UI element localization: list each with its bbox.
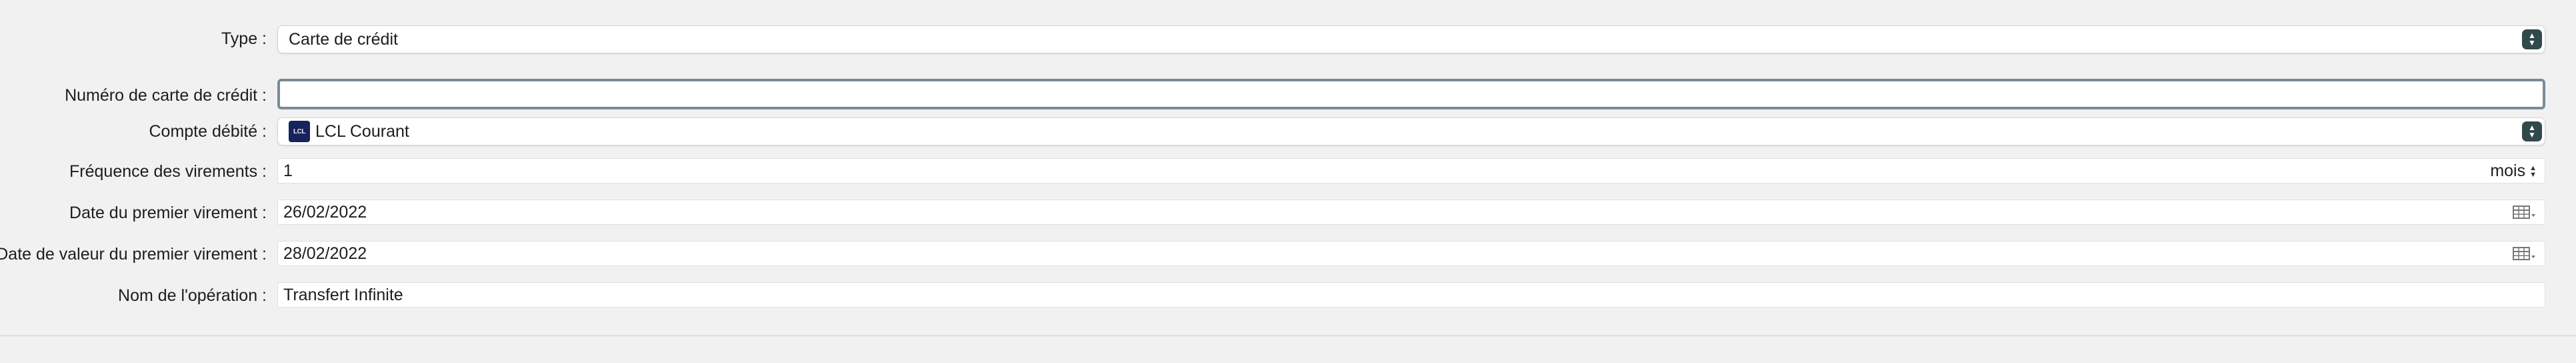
frequency-label: Fréquence des virements : bbox=[69, 162, 267, 181]
card-number-label: Numéro de carte de crédit : bbox=[65, 86, 267, 105]
type-select-value: Carte de crédit bbox=[289, 29, 398, 49]
debit-account-value: LCL Courant bbox=[315, 121, 409, 141]
type-label: Type : bbox=[221, 29, 267, 48]
first-transfer-date-input[interactable]: 26/02/2022 bbox=[277, 200, 2545, 225]
operation-name-label: Nom de l'opération : bbox=[118, 286, 267, 305]
first-value-date-input[interactable]: 28/02/2022 bbox=[277, 241, 2545, 266]
debit-account-label: Compte débité : bbox=[149, 122, 267, 141]
calendar-icon[interactable] bbox=[2513, 205, 2537, 221]
first-transfer-date-label: Date du premier virement : bbox=[69, 204, 267, 222]
first-value-date-value: 28/02/2022 bbox=[283, 244, 367, 263]
operation-name-value: Transfert Infinite bbox=[283, 285, 403, 304]
debit-account-select[interactable]: LCL LCL Courant ▲ ▼ bbox=[277, 117, 2545, 145]
operation-name-input[interactable]: Transfert Infinite bbox=[277, 282, 2545, 308]
chevron-up-down-icon: ▲ ▼ bbox=[2522, 29, 2542, 49]
first-transfer-date-value: 26/02/2022 bbox=[283, 202, 367, 222]
frequency-value: 1 bbox=[283, 161, 293, 180]
frequency-input[interactable]: 1 mois ▲ ▼ bbox=[277, 158, 2545, 184]
first-value-date-label: Date de valeur du premier virement : bbox=[0, 245, 267, 264]
card-number-input[interactable] bbox=[277, 79, 2545, 109]
bank-account-icon: LCL bbox=[289, 121, 310, 142]
divider bbox=[0, 335, 2576, 336]
calendar-icon[interactable] bbox=[2513, 246, 2537, 262]
frequency-unit-select[interactable]: mois ▲ ▼ bbox=[2490, 161, 2537, 181]
chevron-up-down-icon: ▲ ▼ bbox=[2522, 121, 2542, 141]
chevron-up-down-icon: ▲ ▼ bbox=[2529, 163, 2537, 179]
type-select[interactable]: Carte de crédit ▲ ▼ bbox=[277, 25, 2545, 53]
frequency-unit-value: mois bbox=[2490, 161, 2526, 180]
